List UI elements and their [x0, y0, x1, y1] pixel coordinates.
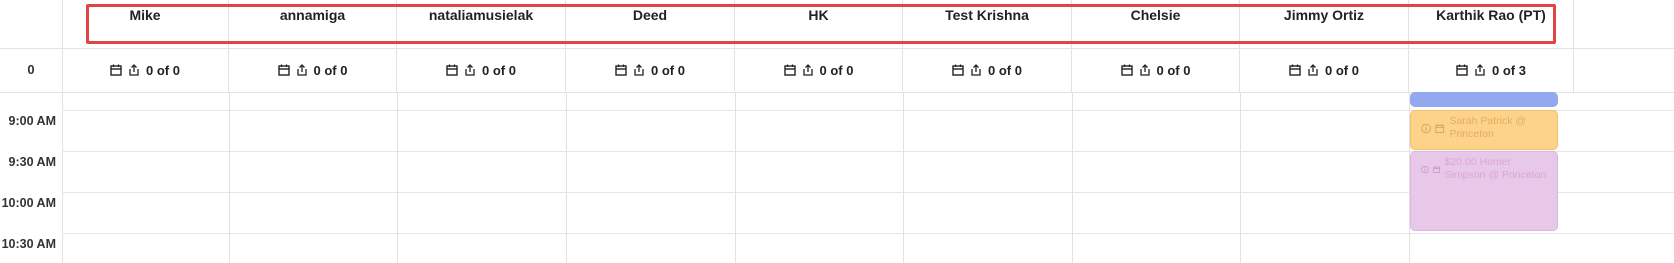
summary-cell-annamiga: 0 of 0: [229, 48, 397, 92]
appointment-block-homer-simpson[interactable]: $20.00 Homer Simpson @ Princeton: [1410, 151, 1558, 231]
column-divider: [229, 93, 230, 263]
calendar-icon[interactable]: [783, 64, 796, 76]
appointment-block-blue[interactable]: [1410, 92, 1558, 107]
appointment-count: 0 of 0: [988, 62, 1022, 78]
time-slots-area: 9:00 AM 9:30 AM 10:00 AM 10:30 AM Sarah …: [0, 92, 1674, 263]
share-icon[interactable]: [1474, 64, 1486, 76]
appointment-count: 0 of 0: [482, 62, 516, 78]
time-gutter: 9:00 AM 9:30 AM 10:00 AM 10:30 AM: [0, 93, 63, 263]
calendar-repeat-icon[interactable]: [1433, 163, 1441, 176]
appointment-count: 0 of 0: [146, 62, 180, 78]
summary-cell-mike: 0 of 0: [62, 48, 229, 92]
appointment-count: 0 of 0: [819, 62, 854, 78]
slot-divider: [62, 233, 1674, 234]
appointment-count: 0 of 0: [1156, 62, 1191, 78]
share-icon[interactable]: [802, 64, 814, 76]
appointment-count: 0 of 0: [1325, 62, 1359, 78]
time-label-10-30: 10:30 AM: [1, 237, 56, 251]
share-icon[interactable]: [1307, 64, 1319, 76]
share-icon[interactable]: [296, 64, 308, 76]
calendar-icon[interactable]: [615, 64, 627, 76]
column-divider: [903, 93, 904, 263]
time-label-10-00: 10:00 AM: [1, 196, 56, 210]
calendar-icon[interactable]: [1456, 64, 1468, 76]
calendar-icon[interactable]: [952, 64, 964, 76]
column-divider: [397, 93, 398, 263]
calendar-icon[interactable]: [110, 64, 122, 76]
time-gutter-header: [0, 0, 63, 48]
time-label-9-30: 9:30 AM: [8, 155, 56, 169]
appointment-block-sarah-patrick[interactable]: Sarah Patrick @ Princeton: [1410, 110, 1558, 150]
share-icon[interactable]: [633, 64, 645, 76]
appointment-count: 0 of 0: [651, 62, 685, 78]
appointment-count: 0 of 3: [1492, 62, 1526, 78]
share-icon[interactable]: [1139, 64, 1151, 76]
column-divider: [735, 93, 736, 263]
info-icon[interactable]: [1421, 122, 1431, 135]
summary-cell-nataliamusielak: 0 of 0: [397, 48, 566, 92]
summary-cell-deed: 0 of 0: [566, 48, 735, 92]
summary-row: 0 0 of 0 0 of 0 0 of 0 0 of 0 0 of 0 0 o…: [0, 48, 1674, 93]
column-divider: [566, 93, 567, 263]
summary-cell-karthik-rao: 0 of 3: [1409, 48, 1574, 92]
calendar-icon[interactable]: [446, 64, 458, 76]
schedule-grid: Mike annamiga nataliamusielak Deed HK Te…: [0, 0, 1674, 263]
summary-cell-test-krishna: 0 of 0: [903, 48, 1072, 92]
summary-cell-chelsie: 0 of 0: [1072, 48, 1240, 92]
share-icon[interactable]: [464, 64, 476, 76]
column-divider: [1240, 93, 1241, 263]
column-divider: [1072, 93, 1073, 263]
summary-gutter-label: 0: [0, 48, 63, 92]
summary-cell-hk: 0 of 0: [735, 48, 903, 92]
appointment-title: Sarah Patrick @ Princeton: [1449, 115, 1527, 140]
summary-cell-jimmy-ortiz: 0 of 0: [1240, 48, 1409, 92]
time-label-9-00: 9:00 AM: [8, 114, 56, 128]
appointment-title: $20.00 Homer Simpson @ Princeton: [1444, 156, 1547, 181]
appointment-count: 0 of 0: [313, 62, 348, 78]
calendar-icon[interactable]: [1289, 64, 1301, 76]
share-icon[interactable]: [970, 64, 982, 76]
share-icon[interactable]: [128, 64, 140, 76]
info-icon[interactable]: [1421, 163, 1429, 176]
highlight-box: [86, 4, 1556, 44]
calendar-icon[interactable]: [277, 64, 290, 76]
calendar-repeat-icon[interactable]: [1435, 122, 1445, 135]
calendar-icon[interactable]: [1120, 64, 1133, 76]
